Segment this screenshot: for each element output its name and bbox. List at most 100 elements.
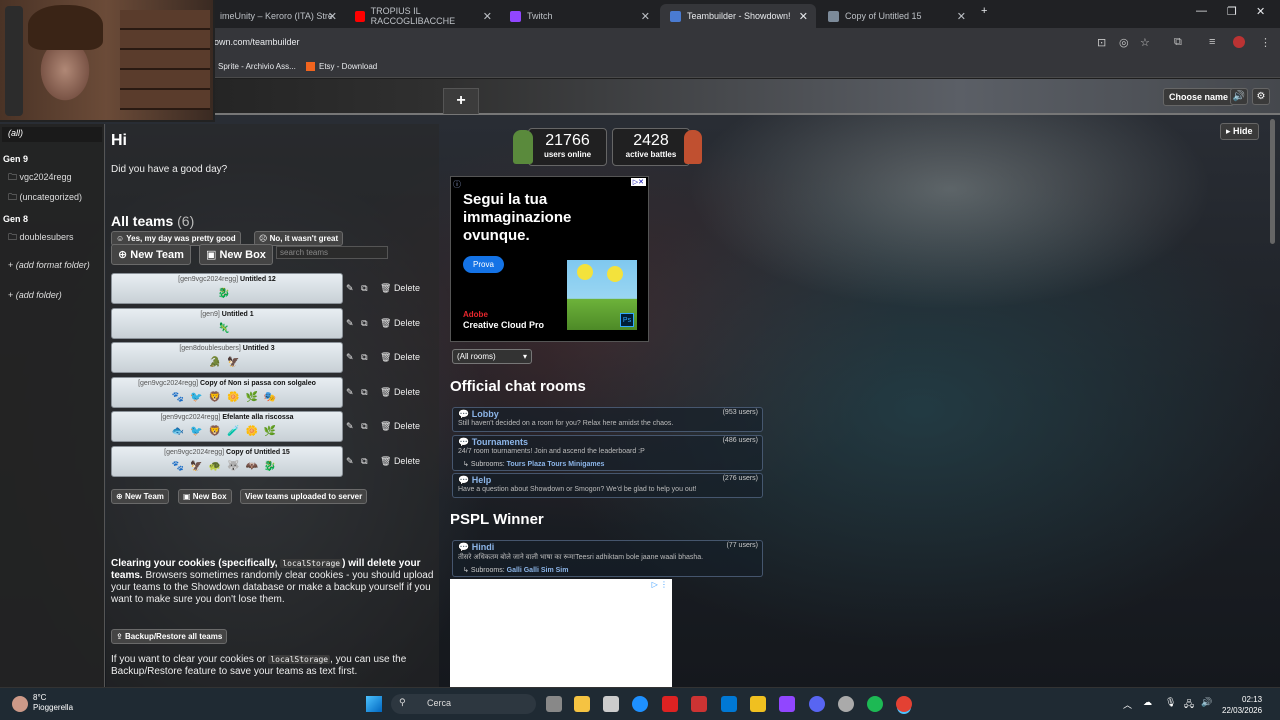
- pencil-icon[interactable]: ✎: [346, 283, 354, 293]
- delete-button[interactable]: 🗑 Delete: [380, 318, 420, 329]
- star-icon[interactable]: ☆: [1140, 36, 1150, 49]
- add-folder[interactable]: + (add folder): [8, 290, 62, 300]
- room-filter-select[interactable]: (All rooms) ▾: [452, 349, 532, 364]
- gear-icon[interactable]: ⚙: [1252, 88, 1270, 105]
- browser-tab[interactable]: imeUnity – Keroro (ITA) Stre ✕: [210, 4, 345, 28]
- profile-avatar[interactable]: [1233, 36, 1245, 48]
- restore-icon[interactable]: ❐: [1227, 5, 1237, 18]
- delete-button[interactable]: 🗑 Delete: [380, 352, 420, 363]
- copy-icon[interactable]: ⧉: [361, 387, 367, 397]
- new-room-tab[interactable]: +: [443, 88, 479, 114]
- copy-icon[interactable]: ⧉: [361, 283, 367, 293]
- folder-item[interactable]: 🗀 (uncategorized): [8, 190, 82, 206]
- minimize-icon[interactable]: —: [1196, 5, 1207, 17]
- folder-item[interactable]: 🗀 doublesubers: [8, 230, 74, 246]
- backup-restore-button[interactable]: ⇪ Backup/Restore all teams: [111, 629, 228, 644]
- pencil-icon[interactable]: ✎: [346, 352, 354, 362]
- mic-icon[interactable]: 🎙: [1165, 697, 1176, 708]
- app-l-icon[interactable]: [662, 696, 678, 712]
- close-icon[interactable]: ✕: [483, 10, 492, 23]
- choose-name-button[interactable]: Choose name: [1163, 88, 1235, 106]
- edge-icon[interactable]: [632, 696, 648, 712]
- close-icon[interactable]: ✕: [641, 10, 650, 23]
- new-team-button-bottom[interactable]: ⊕ New Team: [111, 489, 169, 504]
- adobe-ad[interactable]: ⓘ ▷✕ Segui la tua immaginazione ovunque.…: [450, 176, 649, 342]
- network-icon[interactable]: 🖧: [1184, 697, 1194, 713]
- new-team-button[interactable]: ⊕ New Team: [111, 244, 191, 265]
- twitch-icon[interactable]: [779, 696, 795, 712]
- copy-icon[interactable]: ⧉: [361, 421, 367, 431]
- delete-button[interactable]: 🗑 Delete: [380, 387, 420, 398]
- onedrive-icon[interactable]: ☁: [1143, 697, 1152, 708]
- view-uploaded-button[interactable]: View teams uploaded to server: [240, 489, 368, 504]
- close-window-icon[interactable]: ✕: [1256, 5, 1265, 18]
- folder-all[interactable]: (all): [2, 127, 102, 142]
- ad-choices-icon[interactable]: ⓘ: [453, 179, 461, 190]
- new-box-button[interactable]: ▣ New Box: [199, 244, 273, 265]
- close-icon[interactable]: ✕: [957, 10, 966, 23]
- bookmark[interactable]: Etsy - Download: [306, 62, 377, 72]
- pencil-icon[interactable]: ✎: [346, 387, 354, 397]
- copy-icon[interactable]: ⧉: [361, 352, 367, 362]
- volume-icon[interactable]: 🔊: [1201, 697, 1212, 708]
- tray-chevron-icon[interactable]: ︿: [1123, 698, 1132, 711]
- browser-tab[interactable]: TROPIUS IL RACCOGLIBACCHE ✕: [345, 4, 500, 28]
- clock[interactable]: 02:13 22/03/2026: [1222, 694, 1262, 716]
- menu-icon[interactable]: ⋮: [1260, 36, 1271, 49]
- discord-icon[interactable]: [809, 696, 825, 712]
- ad-cta-button[interactable]: Prova: [463, 256, 504, 273]
- app-icon[interactable]: [750, 696, 766, 712]
- team-card[interactable]: [gen9vgc2024regg] Untitled 12 🐉: [111, 273, 343, 304]
- new-box-button-bottom[interactable]: ▣ New Box: [178, 489, 232, 504]
- subrooms[interactable]: ↳ Subrooms: Tours Plaza Tours Minigames: [463, 460, 604, 468]
- eye-off-icon[interactable]: ◎: [1119, 36, 1129, 49]
- browser-tab-active[interactable]: Teambuilder - Showdown! ✕: [660, 4, 816, 28]
- delete-button[interactable]: 🗑 Delete: [380, 283, 420, 294]
- pencil-icon[interactable]: ✎: [346, 318, 354, 328]
- obs-icon[interactable]: [838, 696, 854, 712]
- team-card[interactable]: [gen9vgc2024regg] Efelante alla riscossa…: [111, 411, 343, 442]
- close-icon[interactable]: ✕: [328, 10, 337, 23]
- room-item[interactable]: 💬 Help (276 users) Have a question about…: [452, 473, 763, 498]
- bookmark[interactable]: Sprite - Archivio Ass...: [218, 62, 296, 71]
- room-item[interactable]: 💬 Tournaments (486 users) 24/7 room tour…: [452, 435, 763, 471]
- team-card[interactable]: [gen9] Untitled 1 🦎: [111, 308, 343, 339]
- folder-item[interactable]: 🗀 vgc2024regg: [8, 170, 72, 186]
- weather-widget[interactable]: 8°C Pioggerella: [33, 693, 73, 713]
- pencil-icon[interactable]: ✎: [346, 456, 354, 466]
- url-field[interactable]: own.com/teambuilder: [214, 37, 300, 47]
- task-view-icon[interactable]: [546, 696, 562, 712]
- close-icon[interactable]: ✕: [799, 10, 808, 23]
- team-card[interactable]: [gen8doublesubers] Untitled 3 🐊🦅: [111, 342, 343, 373]
- ad-close-icon[interactable]: ▷✕: [630, 178, 646, 186]
- windows-start-icon[interactable]: [366, 696, 382, 712]
- copy-icon[interactable]: ⧉: [361, 456, 367, 466]
- outlook-icon[interactable]: [721, 696, 737, 712]
- media-icon[interactable]: ≡: [1209, 36, 1215, 48]
- volume-icon[interactable]: 🔊: [1230, 88, 1248, 105]
- new-tab-icon[interactable]: +: [981, 5, 987, 17]
- scrollbar[interactable]: [1270, 119, 1275, 244]
- delete-button[interactable]: 🗑 Delete: [380, 421, 420, 432]
- pencil-icon[interactable]: ✎: [346, 421, 354, 431]
- extensions-icon[interactable]: ⧉: [1174, 36, 1182, 49]
- ad-choices-icon[interactable]: ▷ ⋮: [652, 580, 668, 589]
- subrooms[interactable]: ↳ Subrooms: Galli Galli Sim Sim: [463, 566, 568, 574]
- team-card[interactable]: [gen9vgc2024regg] Copy of Non si passa c…: [111, 377, 343, 408]
- search-teams-input[interactable]: search teams: [276, 246, 388, 259]
- taskbar-search[interactable]: ⚲ Cerca: [391, 694, 536, 714]
- add-format-folder[interactable]: + (add format folder): [8, 260, 90, 270]
- room-item[interactable]: 💬 Lobby (953 users) Still haven't decide…: [452, 407, 763, 432]
- browser-tab[interactable]: Twitch ✕: [500, 4, 658, 28]
- security-icon[interactable]: [691, 696, 707, 712]
- blank-ad[interactable]: ▷ ⋮: [450, 579, 672, 687]
- chrome-icon[interactable]: [896, 696, 912, 712]
- hide-button[interactable]: ▸ Hide: [1220, 123, 1259, 140]
- store-icon[interactable]: [603, 696, 619, 712]
- team-card[interactable]: [gen9vgc2024regg] Copy of Untitled 15 🐾🦅🐢…: [111, 446, 343, 477]
- delete-button[interactable]: 🗑 Delete: [380, 456, 420, 467]
- spotify-icon[interactable]: [867, 696, 883, 712]
- install-icon[interactable]: ⊡: [1097, 36, 1106, 49]
- room-item[interactable]: 💬 Hindi (77 users) तीसरे अधिकतम बोले जान…: [452, 540, 763, 577]
- copy-icon[interactable]: ⧉: [361, 318, 367, 328]
